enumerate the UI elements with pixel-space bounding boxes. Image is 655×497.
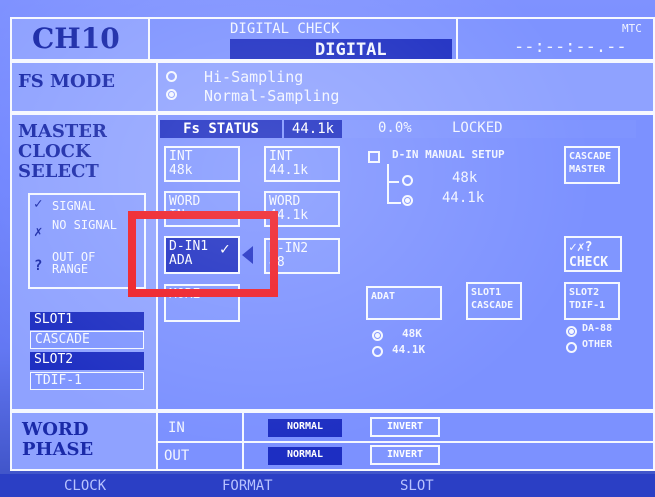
fs-status-bar: Fs STATUS 44.1k 0.0% LOCKED <box>160 120 636 138</box>
word-phase-in-label: IN <box>168 420 185 436</box>
check-status-icon: ✓✗? <box>569 240 593 255</box>
tab-slot[interactable]: SLOT <box>400 478 434 494</box>
tdif-radio-other[interactable] <box>566 342 577 353</box>
fs-status-offset: 0.0% <box>378 120 412 136</box>
fs-mode-label: FS MODE <box>18 71 115 92</box>
legend-no-signal: NO SIGNAL <box>52 218 118 232</box>
tab-format[interactable]: FORMAT <box>222 478 273 494</box>
int441-line2: 44.1k <box>269 163 309 178</box>
tdif-option-other[interactable]: OTHER <box>582 339 612 350</box>
mtc-label: MTC <box>622 22 642 35</box>
footer-tab-bar: CLOCK FORMAT SLOT <box>0 474 655 497</box>
channel-label: CH10 <box>32 22 120 55</box>
highlight-box <box>128 211 278 297</box>
adat-radio-441k[interactable] <box>372 346 383 357</box>
master-label-line3: SELECT <box>18 161 99 182</box>
lcd-screen: CH10 DIGITAL CHECK DIGITAL MTC --:--:--.… <box>0 0 655 497</box>
check-button[interactable]: ✓✗? CHECK <box>564 236 622 272</box>
mode-title: DIGITAL <box>315 40 387 60</box>
din-manual-tree-branch <box>387 181 399 183</box>
check-button-label: CHECK <box>569 255 609 270</box>
word-phase-out-invert[interactable]: INVERT <box>370 445 440 465</box>
adat-radio-48k[interactable] <box>372 330 383 341</box>
tdif-radio-da88[interactable] <box>566 326 577 337</box>
slot2-tdif-line2: TDIF-1 <box>569 300 606 311</box>
fs-status-rate: 44.1k <box>284 120 342 138</box>
clock-int-48k-button[interactable]: INT 48k <box>164 146 240 182</box>
din-manual-option-441k[interactable]: 44.1k <box>442 190 484 206</box>
word-phase-line1: WORD <box>22 419 89 440</box>
mode-header: DIGITAL CHECK DIGITAL <box>148 17 458 61</box>
fs-status-label: Fs STATUS <box>160 120 282 138</box>
word2-line1: WORD <box>269 194 301 209</box>
adat-option-48k[interactable]: 48K <box>402 327 422 340</box>
legend-out-of-range: OUT OF RANGE <box>52 250 96 276</box>
din-manual-tree-line <box>387 164 401 204</box>
word-phase-out-label: OUT <box>164 448 190 464</box>
slot-item-slot2[interactable]: SLOT2 <box>30 352 144 370</box>
slot2-tdif-button[interactable]: SLOT2 TDIF-1 <box>564 282 620 320</box>
master-label-line2: CLOCK <box>18 141 91 162</box>
slot-item-tdif1[interactable]: TDIF-1 <box>30 372 144 390</box>
din-manual-option-48k[interactable]: 48k <box>452 170 477 186</box>
out-of-range-question-icon: ? <box>34 258 43 274</box>
din2-line2: 48 <box>269 255 285 270</box>
fs-mode-option-normal[interactable]: Normal-Sampling <box>204 87 339 105</box>
slot-item-slot1[interactable]: SLOT1 <box>30 312 144 330</box>
cascade-master-line1: CASCADE <box>569 151 612 162</box>
int48-line1: INT <box>169 149 193 164</box>
cascade-master-button[interactable]: CASCADE MASTER <box>564 146 620 184</box>
fs-mode-options: Hi-Sampling Normal-Sampling <box>156 61 655 113</box>
word-phase-line2: PHASE <box>22 439 94 460</box>
din-manual-radio-48k[interactable] <box>402 175 413 186</box>
tdif-option-da88[interactable]: DA-88 <box>582 323 612 334</box>
fs-mode-label-panel: FS MODE <box>10 61 158 113</box>
legend-signal: SIGNAL <box>52 199 96 213</box>
cascade-master-line2: MASTER <box>569 164 606 175</box>
adat-button[interactable]: ADAT <box>366 286 442 320</box>
word-phase-panel: IN OUT NORMAL NORMAL INVERT INVERT <box>156 411 655 471</box>
slot1-cascade-line2: CASCADE <box>471 300 514 311</box>
fs-mode-option-hi[interactable]: Hi-Sampling <box>204 68 303 86</box>
word-phase-col-divider <box>242 413 244 469</box>
word-phase-out-mode[interactable]: NORMAL <box>268 447 342 465</box>
slot-item-cascade[interactable]: CASCADE <box>30 331 144 349</box>
din-manual-label: D-IN MANUAL SETUP <box>392 148 505 161</box>
slot2-tdif-line1: SLOT2 <box>569 287 600 298</box>
slot1-cascade-button[interactable]: SLOT1 CASCADE <box>466 282 522 320</box>
tab-clock[interactable]: CLOCK <box>64 478 106 494</box>
int48-line2: 48k <box>169 163 193 178</box>
mode-tags: DIGITAL CHECK <box>230 21 340 37</box>
word1-line1: WORD <box>169 194 201 209</box>
din-manual-radio-441k[interactable] <box>402 195 413 206</box>
channel-header: CH10 <box>10 17 150 61</box>
timecode-readout: --:--:--.-- <box>514 37 627 57</box>
adat-label: ADAT <box>371 291 396 302</box>
int441-line1: INT <box>269 149 293 164</box>
din2-line1: D-IN2 <box>269 241 309 256</box>
word-phase-in-mode[interactable]: NORMAL <box>268 419 342 437</box>
adat-option-441k[interactable]: 44.1K <box>392 343 425 356</box>
din-manual-checkbox[interactable] <box>368 151 380 163</box>
timecode-panel: MTC --:--:--.-- <box>456 17 655 61</box>
word-phase-divider <box>158 441 653 443</box>
fs-status-lock: LOCKED <box>452 120 503 136</box>
word-phase-in-invert[interactable]: INVERT <box>370 417 440 437</box>
fs-mode-radio-hi[interactable] <box>166 71 177 82</box>
word2-line2: 44.1k <box>269 208 309 223</box>
word-phase-label-panel: WORD PHASE <box>10 411 158 471</box>
signal-check-icon: ✓ <box>34 196 43 212</box>
slot1-cascade-line1: SLOT1 <box>471 287 502 298</box>
fs-mode-radio-normal[interactable] <box>166 89 177 100</box>
clock-int-441k-button[interactable]: INT 44.1k <box>264 146 340 182</box>
master-label-line1: MASTER <box>18 121 107 142</box>
no-signal-cross-icon: ✗ <box>34 224 43 240</box>
